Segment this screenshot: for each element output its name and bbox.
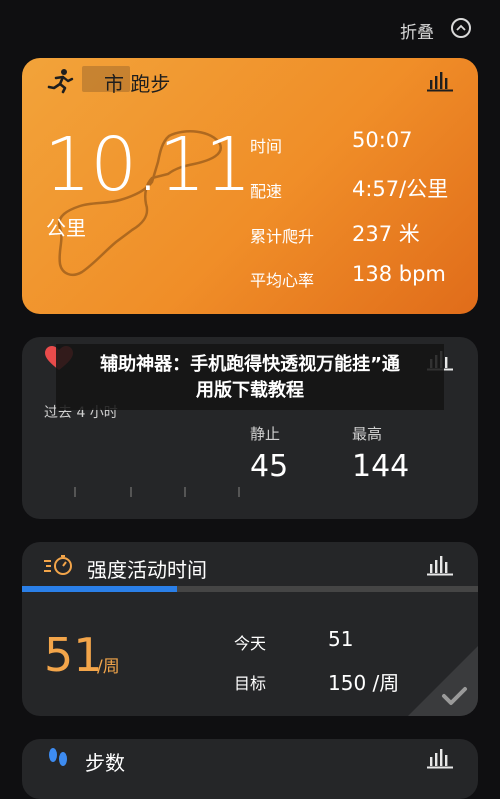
run-distance-value: 10.11 [44,122,252,208]
stat-label-time: 时间 [250,137,283,156]
intensity-week-value: 51 [44,628,103,682]
bar-chart-icon[interactable] [426,554,454,576]
timeline-tick [74,487,76,497]
max-hr-value: 144 [352,449,410,484]
goal-label: 目标 [234,674,267,693]
intensity-card[interactable]: 强度活动时间 51 /周 今天 51 目标 150 /周 [22,542,478,716]
intensity-progress-track [22,586,478,592]
bar-chart-icon[interactable] [426,70,454,92]
stat-label-elevation: 累计爬升 [250,227,315,246]
collapse-chevron-icon[interactable] [451,18,471,38]
goal-value: 150 /周 [328,671,400,695]
footsteps-icon [49,748,67,766]
intensity-title: 强度活动时间 [87,558,207,582]
intensity-week-unit: /周 [97,657,120,677]
stat-value-avg-hr: 138 bpm [352,262,446,286]
stat-label-avg-hr: 平均心率 [250,271,315,290]
timeline-tick [130,487,132,497]
steps-title: 步数 [85,751,125,775]
stat-value-time: 50:07 [352,128,413,152]
running-icon [47,69,74,94]
run-card[interactable]: 市 跑步 10.11 公里 时间 50:07 配速 4:57/公里 累计爬升 2… [22,58,478,314]
top-bar: 折叠 [0,0,500,58]
stat-value-pace: 4:57/公里 [352,177,449,201]
stopwatch-icon [44,555,72,575]
check-icon [408,646,478,716]
steps-card[interactable]: 步数 [22,739,478,799]
overlay-line-2: 用版下载教程 [196,380,304,401]
timeline-tick [238,487,240,497]
overlay-line-1: 辅助神器：手机跑得快透视万能挂”通 [100,354,400,375]
today-label: 今天 [234,634,267,653]
stat-label-pace: 配速 [250,182,283,201]
resting-hr-label: 静止 [250,425,281,443]
collapse-label[interactable]: 折叠 [400,18,434,43]
intensity-progress-fill [22,586,178,592]
run-distance-unit: 公里 [46,216,86,240]
stat-value-elevation: 237 米 [352,222,420,246]
timeline-tick [184,487,186,497]
max-hr-label: 最高 [352,425,383,443]
today-value: 51 [328,627,354,651]
overlay-text: 辅助神器：手机跑得快透视万能挂”通 用版下载教程 [56,352,444,404]
run-title: 市 跑步 [104,72,171,96]
overlay-banner: 辅助神器：手机跑得快透视万能挂”通 用版下载教程 [56,344,444,410]
resting-hr-value: 45 [250,449,289,484]
bar-chart-icon[interactable] [426,747,454,769]
